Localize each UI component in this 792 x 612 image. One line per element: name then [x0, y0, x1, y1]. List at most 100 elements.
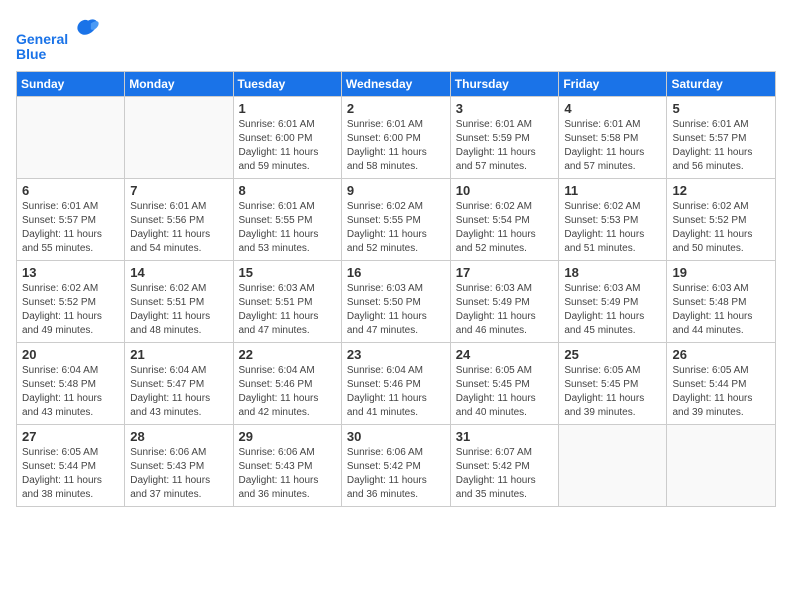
calendar-cell: 26 Sunrise: 6:05 AM Sunset: 5:44 PM Dayli… [667, 342, 776, 424]
day-info: Sunrise: 6:05 AM Sunset: 5:45 PM Dayligh… [456, 364, 554, 420]
calendar-cell [125, 96, 233, 178]
day-info: Sunrise: 6:01 AM Sunset: 6:00 PM Dayligh… [347, 118, 445, 174]
calendar-cell [667, 424, 776, 506]
day-number: 5 [672, 101, 770, 116]
day-info: Sunrise: 6:04 AM Sunset: 5:48 PM Dayligh… [22, 364, 119, 420]
day-info: Sunrise: 6:02 AM Sunset: 5:52 PM Dayligh… [22, 282, 119, 338]
day-number: 27 [22, 429, 119, 444]
day-info: Sunrise: 6:02 AM Sunset: 5:54 PM Dayligh… [456, 200, 554, 256]
day-info: Sunrise: 6:03 AM Sunset: 5:51 PM Dayligh… [239, 282, 336, 338]
logo: General Blue [16, 16, 102, 63]
day-info: Sunrise: 6:04 AM Sunset: 5:47 PM Dayligh… [130, 364, 227, 420]
calendar-cell: 6Sunrise: 6:01 AM Sunset: 5:57 PM Daylig… [17, 178, 125, 260]
day-number: 8 [239, 183, 336, 198]
weekday-header-monday: Monday [125, 71, 233, 96]
day-number: 22 [239, 347, 336, 362]
day-info: Sunrise: 6:04 AM Sunset: 5:46 PM Dayligh… [239, 364, 336, 420]
calendar-cell: 12 Sunrise: 6:02 AM Sunset: 5:52 PM Dayli… [667, 178, 776, 260]
day-number: 12 [672, 183, 770, 198]
day-number: 6 [22, 183, 119, 198]
calendar-cell: 24Sunrise: 6:05 AM Sunset: 5:45 PM Dayli… [450, 342, 559, 424]
day-number: 11 [564, 183, 661, 198]
day-info: Sunrise: 6:02 AM Sunset: 5:55 PM Dayligh… [347, 200, 445, 256]
calendar-cell: 29 Sunrise: 6:06 AM Sunset: 5:43 PM Dayli… [233, 424, 341, 506]
day-info: Sunrise: 6:05 AM Sunset: 5:44 PM Dayligh… [672, 364, 770, 420]
day-number: 21 [130, 347, 227, 362]
calendar-cell: 17Sunrise: 6:03 AM Sunset: 5:49 PM Dayli… [450, 260, 559, 342]
calendar-cell: 11 Sunrise: 6:02 AM Sunset: 5:53 PM Dayli… [559, 178, 667, 260]
day-number: 28 [130, 429, 227, 444]
calendar-cell: 4 Sunrise: 6:01 AM Sunset: 5:58 PM Daylig… [559, 96, 667, 178]
calendar-cell: 25 Sunrise: 6:05 AM Sunset: 5:45 PM Dayli… [559, 342, 667, 424]
day-info: Sunrise: 6:01 AM Sunset: 5:58 PM Dayligh… [564, 118, 661, 174]
day-number: 10 [456, 183, 554, 198]
weekday-header-saturday: Saturday [667, 71, 776, 96]
calendar-cell: 27 Sunrise: 6:05 AM Sunset: 5:44 PM Dayli… [17, 424, 125, 506]
calendar-cell: 10 Sunrise: 6:02 AM Sunset: 5:54 PM Dayli… [450, 178, 559, 260]
day-number: 4 [564, 101, 661, 116]
day-info: Sunrise: 6:04 AM Sunset: 5:46 PM Dayligh… [347, 364, 445, 420]
calendar-cell: 18 Sunrise: 6:03 AM Sunset: 5:49 PM Dayli… [559, 260, 667, 342]
calendar-cell: 30Sunrise: 6:06 AM Sunset: 5:42 PM Dayli… [341, 424, 450, 506]
day-info: Sunrise: 6:06 AM Sunset: 5:43 PM Dayligh… [130, 446, 227, 502]
day-info: Sunrise: 6:01 AM Sunset: 5:59 PM Dayligh… [456, 118, 554, 174]
day-info: Sunrise: 6:03 AM Sunset: 5:48 PM Dayligh… [672, 282, 770, 338]
calendar-cell: 19 Sunrise: 6:03 AM Sunset: 5:48 PM Dayli… [667, 260, 776, 342]
calendar-cell: 7Sunrise: 6:01 AM Sunset: 5:56 PM Daylig… [125, 178, 233, 260]
weekday-header-tuesday: Tuesday [233, 71, 341, 96]
day-number: 19 [672, 265, 770, 280]
day-number: 2 [347, 101, 445, 116]
day-number: 1 [239, 101, 336, 116]
day-info: Sunrise: 6:03 AM Sunset: 5:49 PM Dayligh… [456, 282, 554, 338]
weekday-header-row: SundayMondayTuesdayWednesdayThursdayFrid… [17, 71, 776, 96]
day-info: Sunrise: 6:02 AM Sunset: 5:52 PM Dayligh… [672, 200, 770, 256]
day-info: Sunrise: 6:01 AM Sunset: 5:57 PM Dayligh… [672, 118, 770, 174]
day-number: 31 [456, 429, 554, 444]
calendar-cell: 2 Sunrise: 6:01 AM Sunset: 6:00 PM Daylig… [341, 96, 450, 178]
calendar-table: SundayMondayTuesdayWednesdayThursdayFrid… [16, 71, 776, 507]
day-number: 18 [564, 265, 661, 280]
day-info: Sunrise: 6:07 AM Sunset: 5:42 PM Dayligh… [456, 446, 554, 502]
calendar-cell: 9 Sunrise: 6:02 AM Sunset: 5:55 PM Daylig… [341, 178, 450, 260]
day-number: 9 [347, 183, 445, 198]
day-number: 3 [456, 101, 554, 116]
calendar-week-row: 1 Sunrise: 6:01 AM Sunset: 6:00 PM Daylig… [17, 96, 776, 178]
calendar-week-row: 27 Sunrise: 6:05 AM Sunset: 5:44 PM Dayli… [17, 424, 776, 506]
calendar-cell [17, 96, 125, 178]
calendar-week-row: 13 Sunrise: 6:02 AM Sunset: 5:52 PM Dayli… [17, 260, 776, 342]
logo-blue: Blue [16, 47, 102, 62]
calendar-cell: 3 Sunrise: 6:01 AM Sunset: 5:59 PM Daylig… [450, 96, 559, 178]
day-info: Sunrise: 6:01 AM Sunset: 5:55 PM Dayligh… [239, 200, 336, 256]
day-info: Sunrise: 6:05 AM Sunset: 5:45 PM Dayligh… [564, 364, 661, 420]
day-info: Sunrise: 6:05 AM Sunset: 5:44 PM Dayligh… [22, 446, 119, 502]
calendar-cell: 28 Sunrise: 6:06 AM Sunset: 5:43 PM Dayli… [125, 424, 233, 506]
calendar-cell: 13 Sunrise: 6:02 AM Sunset: 5:52 PM Dayli… [17, 260, 125, 342]
calendar-cell: 1Sunrise: 6:01 AM Sunset: 6:00 PM Daylig… [233, 96, 341, 178]
day-number: 29 [239, 429, 336, 444]
day-number: 13 [22, 265, 119, 280]
calendar-cell: 20 Sunrise: 6:04 AM Sunset: 5:48 PM Dayli… [17, 342, 125, 424]
weekday-header-friday: Friday [559, 71, 667, 96]
day-info: Sunrise: 6:06 AM Sunset: 5:43 PM Dayligh… [239, 446, 336, 502]
calendar-cell: 16 Sunrise: 6:03 AM Sunset: 5:50 PM Dayli… [341, 260, 450, 342]
calendar-cell: 14Sunrise: 6:02 AM Sunset: 5:51 PM Dayli… [125, 260, 233, 342]
day-number: 14 [130, 265, 227, 280]
day-info: Sunrise: 6:02 AM Sunset: 5:53 PM Dayligh… [564, 200, 661, 256]
calendar-cell: 8 Sunrise: 6:01 AM Sunset: 5:55 PM Daylig… [233, 178, 341, 260]
calendar-week-row: 6Sunrise: 6:01 AM Sunset: 5:57 PM Daylig… [17, 178, 776, 260]
day-number: 26 [672, 347, 770, 362]
day-number: 16 [347, 265, 445, 280]
calendar-week-row: 20 Sunrise: 6:04 AM Sunset: 5:48 PM Dayli… [17, 342, 776, 424]
calendar-cell: 21 Sunrise: 6:04 AM Sunset: 5:47 PM Dayli… [125, 342, 233, 424]
logo-general: General [16, 31, 68, 47]
day-info: Sunrise: 6:03 AM Sunset: 5:50 PM Dayligh… [347, 282, 445, 338]
day-info: Sunrise: 6:03 AM Sunset: 5:49 PM Dayligh… [564, 282, 661, 338]
day-number: 25 [564, 347, 661, 362]
calendar-cell: 31 Sunrise: 6:07 AM Sunset: 5:42 PM Dayli… [450, 424, 559, 506]
day-number: 20 [22, 347, 119, 362]
day-number: 7 [130, 183, 227, 198]
weekday-header-wednesday: Wednesday [341, 71, 450, 96]
calendar-cell [559, 424, 667, 506]
day-number: 23 [347, 347, 445, 362]
calendar-cell: 5 Sunrise: 6:01 AM Sunset: 5:57 PM Daylig… [667, 96, 776, 178]
